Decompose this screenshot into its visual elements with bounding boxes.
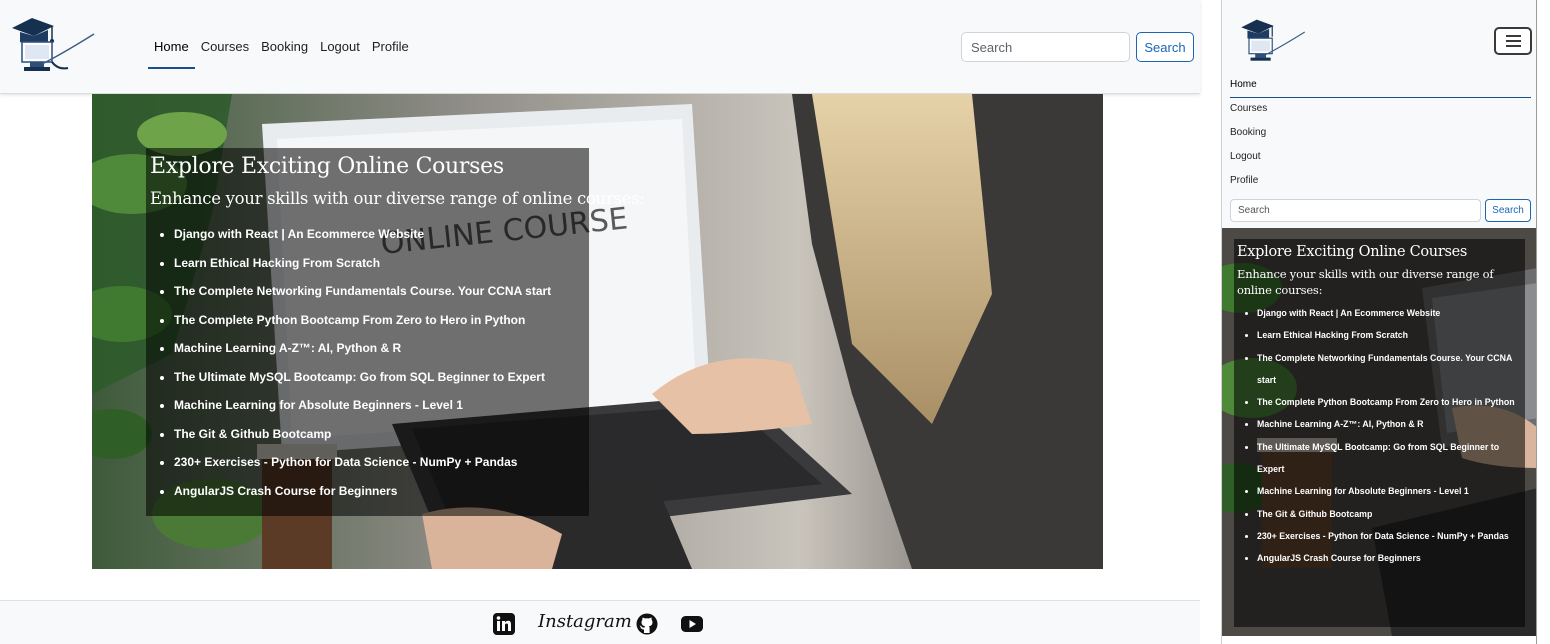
instagram-icon[interactable]: Instagram — [538, 611, 632, 632]
nav-links: Home Courses Booking Logout Profile — [148, 28, 415, 69]
list-item: The Complete Networking Fundamentals Cou… — [1257, 347, 1519, 392]
list-item: AngularJS Crash Course for Beginners — [1257, 547, 1519, 569]
footer: Instagram — [0, 600, 1200, 644]
list-item: Django with React | An Ecommerce Website — [174, 220, 551, 249]
navbar: Home Courses Booking Logout Profile Sear… — [0, 0, 1200, 94]
mobile-nav-link-profile[interactable]: Profile — [1230, 170, 1531, 194]
mobile-nav-link-logout[interactable]: Logout — [1230, 146, 1531, 170]
mobile-hero-subtitle: Enhance your skills with our diverse ran… — [1237, 267, 1494, 297]
mobile-hero-overlay: Explore Exciting Online Courses Enhance … — [1234, 239, 1525, 627]
github-icon[interactable] — [636, 613, 658, 635]
list-item: 230+ Exercises - Python for Data Science… — [1257, 525, 1519, 547]
stage: Home Courses Booking Logout Profile Sear… — [0, 0, 1550, 644]
hero-title: Explore Exciting Online Courses — [150, 154, 504, 179]
list-item: The Complete Networking Fundamentals Cou… — [174, 277, 551, 306]
mobile-nav-link-courses[interactable]: Courses — [1230, 98, 1531, 122]
mobile-course-list: Django with React | An Ecommerce Website… — [1257, 302, 1519, 570]
list-item: The Complete Python Bootcamp From Zero t… — [1257, 391, 1519, 413]
hamburger-menu-icon[interactable] — [1494, 27, 1532, 55]
mobile-hero-title: Explore Exciting Online Courses — [1237, 244, 1468, 260]
nav-link-home[interactable]: Home — [148, 28, 195, 69]
hero-subtitle: Enhance your skills with our diverse ran… — [150, 189, 645, 208]
list-item: The Ultimate MySQL Bootcamp: Go from SQL… — [1257, 436, 1519, 481]
mobile-hero-banner: Explore Exciting Online Courses Enhance … — [1222, 228, 1536, 636]
list-item: Machine Learning A-Z™: AI, Python & R — [174, 334, 551, 363]
list-item: Learn Ethical Hacking From Scratch — [1257, 324, 1519, 346]
hero-overlay: Explore Exciting Online Courses Enhance … — [146, 148, 645, 516]
search-button[interactable]: Search — [1136, 32, 1194, 62]
mobile-nav-links: Home Courses Booking Logout Profile — [1230, 74, 1531, 194]
graduation-logo-icon[interactable] — [8, 12, 98, 74]
list-item: Machine Learning for Absolute Beginners … — [1257, 480, 1519, 502]
mobile-navbar: Home Courses Booking Logout Profile Sear… — [1222, 0, 1536, 228]
nav-link-logout[interactable]: Logout — [314, 28, 366, 69]
desktop-view: Home Courses Booking Logout Profile Sear… — [0, 0, 1200, 644]
list-item: The Ultimate MySQL Bootcamp: Go from SQL… — [174, 363, 551, 392]
mobile-search-input[interactable] — [1230, 199, 1481, 222]
list-item: Machine Learning A-Z™: AI, Python & R — [1257, 413, 1519, 435]
mobile-search-button[interactable]: Search — [1485, 199, 1531, 222]
list-item: The Complete Python Bootcamp From Zero t… — [174, 306, 551, 335]
mobile-nav-link-booking[interactable]: Booking — [1230, 122, 1531, 146]
nav-link-profile[interactable]: Profile — [366, 28, 415, 69]
nav-link-courses[interactable]: Courses — [195, 28, 255, 69]
list-item: The Git & Github Bootcamp — [174, 420, 551, 449]
nav-link-booking[interactable]: Booking — [255, 28, 314, 69]
mobile-nav-link-home[interactable]: Home — [1230, 74, 1531, 98]
linkedin-icon[interactable] — [493, 613, 515, 635]
list-item: Machine Learning for Absolute Beginners … — [174, 391, 551, 420]
list-item: Django with React | An Ecommerce Website — [1257, 302, 1519, 324]
course-list: Django with React | An Ecommerce Website… — [174, 220, 551, 505]
graduation-logo-icon[interactable] — [1238, 15, 1308, 63]
mobile-view: Home Courses Booking Logout Profile Sear… — [1221, 0, 1537, 644]
list-item: Learn Ethical Hacking From Scratch — [174, 249, 551, 278]
list-item: The Git & Github Bootcamp — [1257, 503, 1519, 525]
list-item: AngularJS Crash Course for Beginners — [174, 477, 551, 506]
youtube-icon[interactable] — [681, 616, 703, 632]
search-input[interactable] — [961, 32, 1130, 62]
list-item: 230+ Exercises - Python for Data Science… — [174, 448, 551, 477]
